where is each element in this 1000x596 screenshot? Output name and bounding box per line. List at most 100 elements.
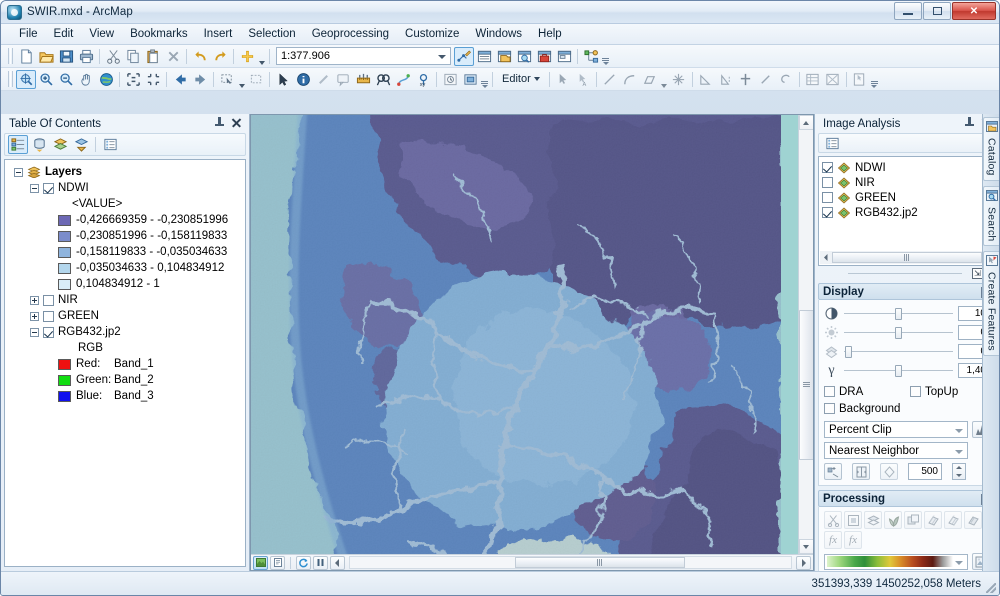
html-popup-icon[interactable] bbox=[333, 70, 353, 89]
flicker-interval-spinner[interactable] bbox=[952, 463, 966, 480]
expander-icon[interactable] bbox=[30, 184, 39, 193]
map-vertical-scrollbar[interactable] bbox=[798, 115, 813, 554]
toc-layer-ndwi-checkbox[interactable] bbox=[43, 183, 54, 194]
toc-layer-rgb432-checkbox[interactable] bbox=[43, 327, 54, 338]
select-features-dropdown-icon[interactable] bbox=[237, 70, 246, 89]
ia-hscroll-thumb[interactable] bbox=[832, 252, 982, 263]
ia-layer-nir-checkbox[interactable] bbox=[822, 177, 833, 188]
swipe-layer-icon[interactable] bbox=[852, 463, 870, 480]
brightness-slider-knob[interactable] bbox=[895, 327, 902, 339]
expander-icon[interactable] bbox=[30, 328, 39, 337]
undo-icon[interactable] bbox=[190, 47, 210, 66]
dock-tab-catalog[interactable]: Catalog bbox=[983, 117, 999, 181]
delete-icon[interactable] bbox=[163, 47, 183, 66]
menu-bookmarks[interactable]: Bookmarks bbox=[122, 26, 196, 42]
menu-help[interactable]: Help bbox=[530, 26, 570, 42]
topup-checkbox[interactable] bbox=[910, 386, 921, 397]
menu-insert[interactable]: Insert bbox=[196, 26, 241, 42]
add-data-dropdown-icon[interactable] bbox=[257, 47, 266, 66]
ia-layer-rgb432[interactable]: RGB432.jp2 bbox=[822, 205, 992, 220]
search-window-icon[interactable] bbox=[514, 47, 534, 66]
create-features-win-icon[interactable] bbox=[850, 70, 870, 89]
tools-toolbar-grip[interactable] bbox=[8, 71, 13, 87]
find-icon[interactable] bbox=[373, 70, 393, 89]
add-data-icon[interactable] bbox=[237, 47, 257, 66]
list-by-visibility-icon[interactable] bbox=[50, 135, 70, 154]
new-map-icon[interactable] bbox=[16, 47, 36, 66]
ia-layer-green-checkbox[interactable] bbox=[822, 192, 833, 203]
split-icon[interactable] bbox=[716, 70, 736, 89]
ia-layer-rgb432-checkbox[interactable] bbox=[822, 207, 833, 218]
image-analysis-layer-list[interactable]: NDWI NIR GREEN bbox=[818, 156, 996, 266]
transparency-slider-knob[interactable] bbox=[845, 346, 852, 358]
rotate-icon[interactable] bbox=[756, 70, 776, 89]
ia-layer-nir[interactable]: NIR bbox=[822, 175, 992, 190]
pan-hand-icon[interactable] bbox=[76, 70, 96, 89]
ia-layer-ndwi-checkbox[interactable] bbox=[822, 162, 833, 173]
vscroll-track[interactable] bbox=[799, 130, 814, 539]
list-by-selection-icon[interactable] bbox=[71, 135, 91, 154]
refresh-view-button[interactable] bbox=[296, 556, 311, 570]
clip-icon[interactable] bbox=[824, 511, 842, 529]
function-editor-icon[interactable]: fx bbox=[844, 531, 862, 549]
menu-windows[interactable]: Windows bbox=[467, 26, 530, 42]
toc-ndwi-class-3[interactable]: -0,035034633 - 0,104834912 bbox=[8, 260, 242, 276]
hillshade-icon[interactable] bbox=[944, 511, 962, 529]
background-checkbox[interactable] bbox=[824, 403, 835, 414]
editor-toolbar-toggle-icon[interactable] bbox=[454, 47, 474, 66]
menu-geoprocessing[interactable]: Geoprocessing bbox=[304, 26, 397, 42]
mirror-features-icon[interactable] bbox=[696, 70, 716, 89]
redo-icon[interactable] bbox=[210, 47, 230, 66]
create-viewer-icon[interactable] bbox=[460, 70, 480, 89]
python-window-icon[interactable] bbox=[554, 47, 574, 66]
trace-icon[interactable] bbox=[640, 70, 660, 89]
zoom-in-icon[interactable] bbox=[36, 70, 56, 89]
resample-type-combo[interactable]: Nearest Neighbor bbox=[824, 442, 968, 459]
cut-icon[interactable] bbox=[103, 47, 123, 66]
select-elements-icon[interactable] bbox=[273, 70, 293, 89]
edit-tool-icon[interactable] bbox=[553, 70, 573, 89]
toc-autohide-pin-icon[interactable] bbox=[214, 116, 225, 129]
toc-layer-rgb432[interactable]: RGB432.jp2 bbox=[8, 324, 242, 340]
expander-icon[interactable] bbox=[30, 312, 39, 321]
cut-polygons-icon[interactable] bbox=[736, 70, 756, 89]
function-icon[interactable]: fx bbox=[824, 531, 842, 549]
toc-ndwi-class-0[interactable]: -0,426669359 - -0,230851996 bbox=[8, 212, 242, 228]
mask-icon[interactable] bbox=[844, 511, 862, 529]
paste-icon[interactable] bbox=[143, 47, 163, 66]
background-checkbox-row[interactable]: Background bbox=[824, 400, 990, 417]
fixed-zoom-in-icon[interactable] bbox=[123, 70, 143, 89]
identify-icon[interactable] bbox=[293, 70, 313, 89]
toc-layer-nir-checkbox[interactable] bbox=[43, 295, 54, 306]
snapping-icon[interactable] bbox=[669, 70, 689, 89]
full-extent-globe-icon[interactable] bbox=[96, 70, 116, 89]
resize-grip-icon[interactable] bbox=[986, 583, 996, 593]
toc-layer-nir[interactable]: NIR bbox=[8, 292, 242, 308]
data-view-button[interactable] bbox=[253, 556, 268, 570]
dra-checkbox-row[interactable]: DRA bbox=[824, 383, 910, 400]
measure-icon[interactable] bbox=[353, 70, 373, 89]
gamma-slider-knob[interactable] bbox=[895, 365, 902, 377]
editor-toolbar-overflow-icon[interactable] bbox=[870, 70, 879, 89]
pan-zoom-icon[interactable] bbox=[16, 70, 36, 89]
toolbar-grip[interactable] bbox=[8, 48, 13, 64]
hscroll-right-icon[interactable] bbox=[796, 556, 811, 570]
toc-rgb-band-green[interactable]: Green: Band_2 bbox=[8, 372, 242, 388]
fixed-zoom-out-icon[interactable] bbox=[143, 70, 163, 89]
table-of-contents-icon[interactable] bbox=[474, 47, 494, 66]
menu-customize[interactable]: Customize bbox=[397, 26, 467, 42]
straight-segment-icon[interactable] bbox=[600, 70, 620, 89]
dra-checkbox[interactable] bbox=[824, 386, 835, 397]
copy-icon[interactable] bbox=[123, 47, 143, 66]
toc-options-icon[interactable] bbox=[100, 135, 120, 154]
trace-dropdown-icon[interactable] bbox=[660, 70, 669, 89]
reshape-icon[interactable] bbox=[776, 70, 796, 89]
list-by-source-icon[interactable] bbox=[29, 135, 49, 154]
time-slider-icon[interactable] bbox=[440, 70, 460, 89]
go-to-xy-icon[interactable]: xy bbox=[413, 70, 433, 89]
map-scale-combo[interactable]: 1:377.906 bbox=[276, 47, 451, 65]
ia-layer-green[interactable]: GREEN bbox=[822, 190, 992, 205]
layout-view-button[interactable] bbox=[270, 556, 285, 570]
scroll-up-icon[interactable] bbox=[799, 115, 814, 130]
contrast-slider-knob[interactable] bbox=[895, 308, 902, 320]
